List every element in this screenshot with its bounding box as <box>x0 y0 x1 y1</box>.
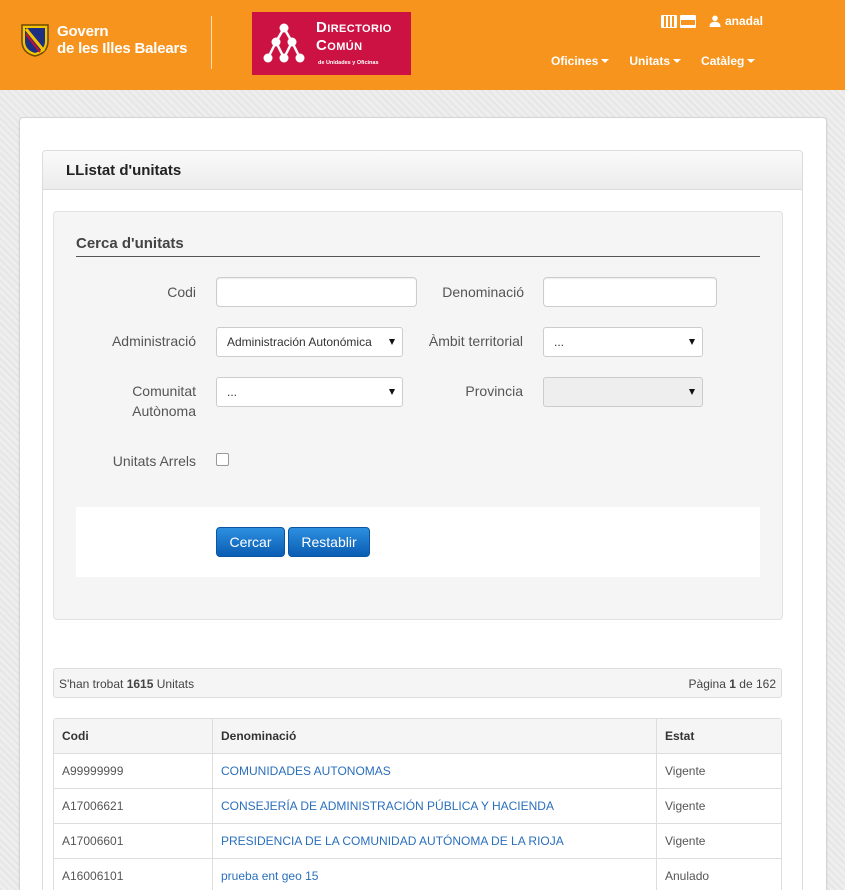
table-header-row: Codi Denominació Estat <box>54 719 781 754</box>
column-header-estat[interactable]: Estat <box>657 719 783 753</box>
cell-denominacio-link[interactable]: COMUNIDADES AUTONOMAS <box>213 754 657 788</box>
caret-down-icon <box>673 59 682 63</box>
nav-unitats[interactable]: Unitats <box>629 54 682 68</box>
results-count: S'han trobat 1615 Unitats <box>59 677 194 691</box>
dir-subtitle: de Unidades y Oficinas <box>318 60 379 66</box>
govern-text: Govern de les Illes Balears <box>57 23 187 57</box>
cell-estat: Vigente <box>665 799 706 813</box>
ambit-select-value: ... <box>554 335 565 349</box>
cell-codi: A99999999 <box>54 754 213 788</box>
comunitat-select[interactable]: ... <box>216 377 403 407</box>
nav-oficines-label: Oficines <box>551 54 599 68</box>
arrels-checkbox[interactable] <box>216 453 229 466</box>
codi-input[interactable] <box>216 277 417 307</box>
nav-unitats-label: Unitats <box>629 54 671 68</box>
provincia-select <box>543 377 703 407</box>
cell-estat: Vigente <box>665 764 706 778</box>
govern-logo[interactable]: Govern de les Illes Balears <box>20 22 187 58</box>
spanish-flag-icon[interactable] <box>680 15 696 28</box>
results-number: 1615 <box>126 677 154 691</box>
panel-heading: LListat d'unitats <box>42 150 803 190</box>
form-actions <box>76 507 760 577</box>
results-prefix: S'han trobat <box>59 677 124 691</box>
page-title: LListat d'unitats <box>66 162 182 179</box>
page-current: 1 <box>729 677 736 691</box>
dropdown-arrow-icon <box>389 339 395 345</box>
dropdown-arrow-icon <box>389 389 395 395</box>
table-row: A16006101 prueba ent geo 15 Anulado <box>54 859 781 890</box>
catalan-flag-icon[interactable] <box>661 15 677 28</box>
column-header-denominacio[interactable]: Denominació <box>213 719 657 753</box>
administracio-select-value: Administración Autonómica <box>227 335 372 349</box>
page-total: 162 <box>755 677 776 691</box>
column-header-codi[interactable]: Codi <box>54 719 213 753</box>
search-legend: Cerca d'unitats <box>76 235 760 257</box>
cell-codi: A16006101 <box>54 859 213 890</box>
table-row: A99999999 COMUNIDADES AUTONOMAS Vigente <box>54 754 781 789</box>
tree-hierarchy-icon <box>263 23 305 63</box>
denominacio-label: Denominació <box>442 284 524 300</box>
page-mid: de <box>739 677 753 691</box>
cell-denominacio-link[interactable]: prueba ent geo 15 <box>213 859 657 890</box>
comunitat-label-line1: Comunitat <box>132 383 196 399</box>
pagination-info: Pàgina 1 de 162 <box>689 677 776 691</box>
provincia-label: Provincia <box>465 383 523 399</box>
comunitat-label: Comunitat Autònoma <box>96 381 196 421</box>
table-row: A17006601 PRESIDENCIA DE LA COMUNIDAD AU… <box>54 824 781 859</box>
table-row: A17006621 CONSEJERÍA DE ADMINISTRACIÓN P… <box>54 789 781 824</box>
dropdown-arrow-icon <box>689 389 695 395</box>
caret-down-icon <box>601 59 610 63</box>
user-name: anadal <box>725 14 764 28</box>
comunitat-label-line2: Autònoma <box>132 403 196 419</box>
header-separator <box>211 16 212 69</box>
govern-line1: Govern <box>57 23 109 40</box>
cell-codi: A17006601 <box>54 824 213 858</box>
govern-line2: de les Illes Balears <box>57 40 188 57</box>
balearic-shield-icon <box>21 24 49 57</box>
ambit-select[interactable]: ... <box>543 327 703 357</box>
search-button[interactable]: Cercar <box>216 527 285 557</box>
nav-cataleg[interactable]: Catàleg <box>701 54 756 68</box>
cell-codi: A17006621 <box>54 789 213 823</box>
denominacio-input[interactable] <box>543 277 717 307</box>
language-switcher <box>661 15 696 28</box>
cell-estat: Anulado <box>665 869 710 883</box>
administracio-label: Administració <box>111 333 196 349</box>
dropdown-arrow-icon <box>689 339 695 345</box>
dir-title-line1: Directorio <box>316 19 392 36</box>
arrels-label: Unitats Arrels <box>112 453 196 469</box>
results-suffix: Unitats <box>156 677 195 691</box>
caret-down-icon <box>747 59 756 63</box>
main-nav: Oficines Unitats Catàleg <box>551 54 775 68</box>
nav-oficines[interactable]: Oficines <box>551 54 610 68</box>
codi-label: Codi <box>167 284 196 300</box>
user-menu[interactable]: anadal <box>709 14 763 28</box>
dir-title-line2: Común <box>316 37 363 54</box>
cell-denominacio-link[interactable]: CONSEJERÍA DE ADMINISTRACIÓN PÚBLICA Y H… <box>213 789 657 823</box>
user-icon <box>709 15 721 27</box>
comunitat-select-value: ... <box>227 385 238 399</box>
units-table: Codi Denominació Estat A99999999 COMUNID… <box>53 718 782 890</box>
page-prefix: Pàgina <box>688 677 726 691</box>
administracio-select[interactable]: Administración Autonómica <box>216 327 403 357</box>
results-summary: S'han trobat 1615 Unitats Pàgina 1 de 16… <box>53 668 782 698</box>
nav-cataleg-label: Catàleg <box>701 54 745 68</box>
ambit-label: Àmbit territorial <box>428 333 523 349</box>
directorio-comun-logo[interactable]: Directorio Común de Unidades y Oficinas <box>252 12 411 75</box>
reset-button[interactable]: Restablir <box>288 527 370 557</box>
cell-denominacio-link[interactable]: PRESIDENCIA DE LA COMUNIDAD AUTÓNOMA DE … <box>213 824 657 858</box>
cell-estat: Vigente <box>665 834 706 848</box>
